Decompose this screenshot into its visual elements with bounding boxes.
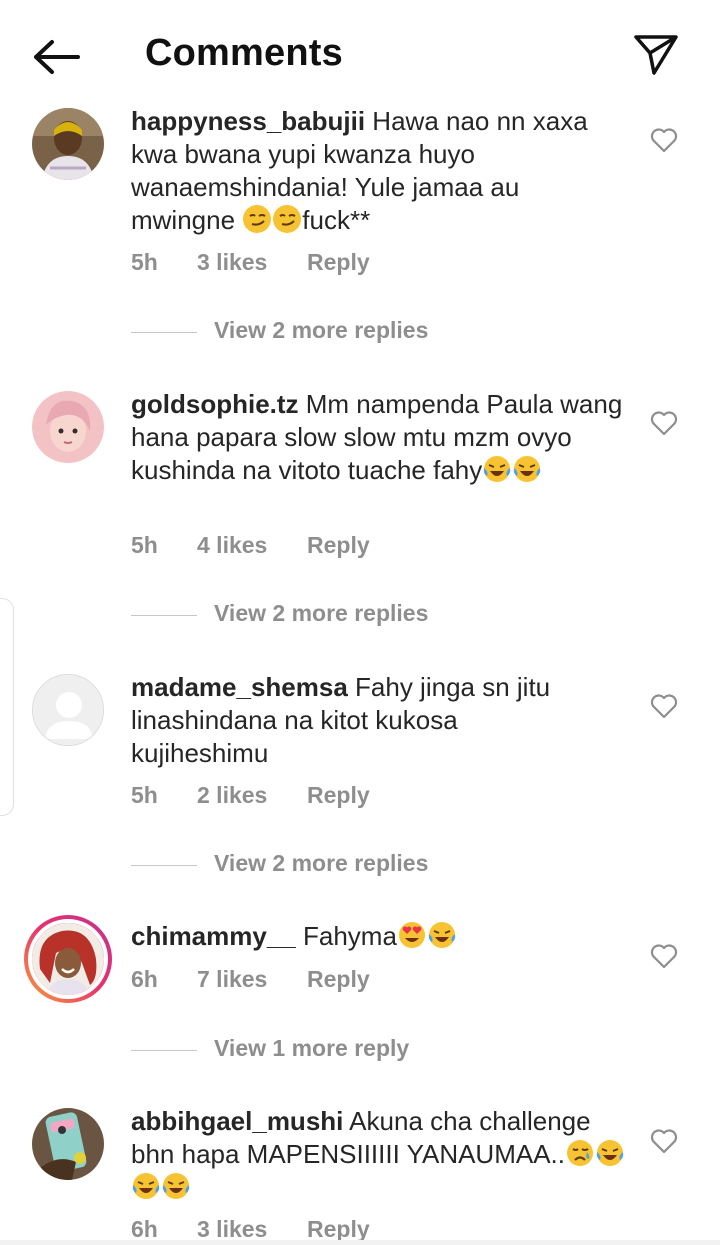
comment-text: chimammy__ Fahyma bbox=[131, 920, 626, 953]
laughing-tears-emoji-icon bbox=[482, 455, 512, 485]
laughing-tears-emoji-icon bbox=[512, 455, 542, 485]
heart-icon bbox=[650, 1129, 678, 1154]
heart-icon bbox=[650, 411, 678, 436]
default-avatar-icon bbox=[33, 675, 103, 745]
avatar bbox=[32, 923, 104, 995]
reply-button[interactable]: Reply bbox=[307, 1216, 370, 1243]
avatar-story-ring[interactable] bbox=[24, 915, 112, 1003]
divider bbox=[131, 865, 197, 866]
divider bbox=[131, 1050, 197, 1051]
like-button[interactable] bbox=[650, 943, 678, 969]
crying-emoji-icon bbox=[565, 1139, 595, 1169]
comment-likes[interactable]: 3 likes bbox=[197, 249, 267, 276]
view-replies-label: View 2 more replies bbox=[214, 317, 429, 343]
reply-button[interactable]: Reply bbox=[307, 532, 370, 559]
comment-time: 6h bbox=[131, 1216, 158, 1242]
comment-time: 5h bbox=[131, 249, 158, 275]
laughing-tears-emoji-icon bbox=[131, 1172, 161, 1202]
laughing-tears-emoji-icon bbox=[161, 1172, 191, 1202]
laughing-tears-emoji-icon bbox=[595, 1139, 625, 1169]
comment-likes[interactable]: 4 likes bbox=[197, 532, 267, 559]
like-button[interactable] bbox=[650, 693, 678, 719]
comment-list: happyness_babujii Hawa nao nn xaxa kwa b… bbox=[0, 0, 720, 1245]
comment-text: abbihgael_mushi Akuna cha challenge bhn … bbox=[131, 1105, 631, 1204]
laughing-tears-emoji-icon bbox=[427, 921, 457, 951]
divider bbox=[131, 615, 197, 616]
comment-username[interactable]: chimammy__ bbox=[131, 921, 296, 951]
reply-button[interactable]: Reply bbox=[307, 782, 370, 809]
like-button[interactable] bbox=[650, 410, 678, 436]
comment-time: 5h bbox=[131, 782, 158, 808]
bottom-edge bbox=[0, 1240, 720, 1245]
view-replies-label: View 2 more replies bbox=[214, 600, 429, 626]
comment-likes[interactable]: 3 likes bbox=[197, 1216, 267, 1243]
heart-icon bbox=[650, 944, 678, 969]
reply-button[interactable]: Reply bbox=[307, 249, 370, 276]
comment-time: 6h bbox=[131, 966, 158, 992]
avatar[interactable] bbox=[32, 391, 104, 463]
comment-likes[interactable]: 2 likes bbox=[197, 782, 267, 809]
avatar[interactable] bbox=[32, 108, 104, 180]
comment-text: goldsophie.tz Mm nampenda Paula wang han… bbox=[131, 388, 626, 487]
comment-likes[interactable]: 7 likes bbox=[197, 966, 267, 993]
smirk-emoji-icon bbox=[242, 205, 272, 235]
comment-username[interactable]: abbihgael_mushi bbox=[131, 1106, 343, 1136]
like-button[interactable] bbox=[650, 1128, 678, 1154]
heart-icon bbox=[650, 694, 678, 719]
comment-body: Fahyma bbox=[295, 921, 397, 951]
comment-text: happyness_babujii Hawa nao nn xaxa kwa b… bbox=[131, 105, 626, 237]
like-button[interactable] bbox=[650, 127, 678, 153]
comment-text: madame_shemsa Fahy jinga sn jitu linashi… bbox=[131, 671, 551, 770]
avatar[interactable] bbox=[32, 1108, 104, 1180]
comment-username[interactable]: goldsophie.tz bbox=[131, 389, 299, 419]
view-replies-label: View 1 more reply bbox=[214, 1035, 410, 1061]
reply-button[interactable]: Reply bbox=[307, 966, 370, 993]
heart-eyes-emoji-icon bbox=[397, 921, 427, 951]
divider bbox=[131, 332, 197, 333]
comment-username[interactable]: madame_shemsa bbox=[131, 672, 348, 702]
comment-username[interactable]: happyness_babujii bbox=[131, 106, 365, 136]
avatar[interactable] bbox=[32, 674, 104, 746]
comment-body-suffix: fuck** bbox=[302, 205, 371, 235]
comment-time: 5h bbox=[131, 532, 158, 558]
heart-icon bbox=[650, 128, 678, 153]
view-replies-label: View 2 more replies bbox=[214, 850, 429, 876]
smirk-emoji-icon bbox=[272, 205, 302, 235]
